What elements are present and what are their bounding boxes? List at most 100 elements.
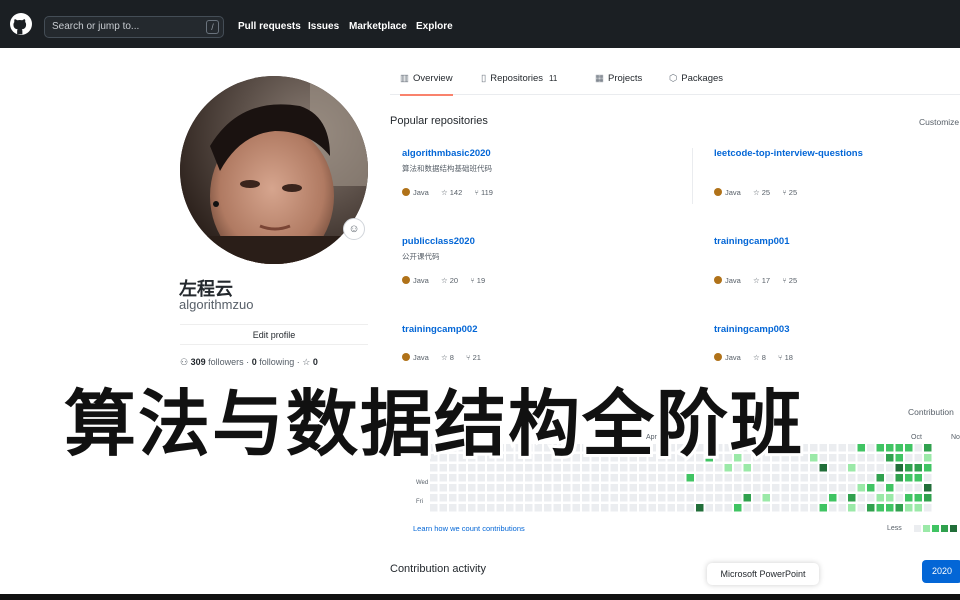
contribution-cell[interactable] — [743, 484, 752, 492]
contribution-cell[interactable] — [620, 484, 628, 492]
contribution-cell[interactable] — [905, 464, 913, 472]
contribution-cell[interactable] — [914, 484, 923, 492]
contribution-cell[interactable] — [468, 494, 476, 502]
contribution-cell[interactable] — [705, 474, 714, 482]
contribution-cell[interactable] — [753, 494, 761, 502]
contribution-cell[interactable] — [895, 464, 904, 472]
contribution-cell[interactable] — [677, 504, 685, 512]
contribution-cell[interactable] — [477, 504, 486, 512]
contribution-cell[interactable] — [487, 494, 495, 502]
contribution-cell[interactable] — [781, 494, 790, 502]
repo-forks[interactable]: 19 — [477, 276, 485, 285]
contribution-cell[interactable] — [563, 474, 571, 482]
contribution-cell[interactable] — [772, 504, 780, 512]
repo-link[interactable]: trainingcamp003 — [714, 324, 790, 335]
contribution-cell[interactable] — [743, 504, 752, 512]
contribution-cell[interactable] — [677, 494, 685, 502]
contribution-cell[interactable] — [696, 474, 704, 482]
repo-forks[interactable]: 21 — [473, 353, 481, 362]
contribution-cell[interactable] — [867, 504, 875, 512]
contribution-cell[interactable] — [515, 494, 524, 502]
contribution-cell[interactable] — [430, 494, 438, 502]
repo-stars[interactable]: 25 — [762, 188, 770, 197]
contribution-cell[interactable] — [534, 504, 543, 512]
contribution-cell[interactable] — [458, 484, 467, 492]
contribution-cell[interactable] — [534, 484, 543, 492]
repo-link[interactable]: trainingcamp001 — [714, 236, 790, 247]
repo-link[interactable]: algorithmbasic2020 — [402, 148, 491, 159]
contribution-cell[interactable] — [496, 504, 505, 512]
contribution-cell[interactable] — [705, 504, 714, 512]
contribution-cell[interactable] — [876, 444, 885, 452]
repo-link[interactable]: trainingcamp002 — [402, 324, 478, 335]
contribution-cell[interactable] — [629, 494, 638, 502]
contribution-cell[interactable] — [819, 494, 828, 502]
contribution-cell[interactable] — [686, 494, 695, 502]
contribution-cell[interactable] — [838, 454, 847, 462]
nav-explore[interactable]: Explore — [416, 21, 453, 32]
contribution-cell[interactable] — [743, 474, 752, 482]
contribution-cell[interactable] — [715, 474, 723, 482]
contribution-cell[interactable] — [886, 494, 894, 502]
contribution-cell[interactable] — [696, 484, 704, 492]
contribution-cell[interactable] — [487, 484, 495, 492]
following-label[interactable]: following — [259, 357, 294, 367]
following-count[interactable]: 0 — [252, 357, 257, 367]
contribution-cell[interactable] — [449, 504, 457, 512]
contribution-cell[interactable] — [876, 504, 885, 512]
contribution-cell[interactable] — [905, 494, 913, 502]
contribution-cell[interactable] — [525, 474, 533, 482]
contribution-cell[interactable] — [430, 474, 438, 482]
contribution-cell[interactable] — [734, 474, 742, 482]
contribution-cell[interactable] — [848, 444, 856, 452]
contribution-cell[interactable] — [582, 504, 590, 512]
contribution-cell[interactable] — [857, 454, 866, 462]
contribution-cell[interactable] — [838, 504, 847, 512]
repo-forks[interactable]: 25 — [789, 276, 797, 285]
contribution-cell[interactable] — [515, 484, 524, 492]
contribution-cell[interactable] — [477, 474, 486, 482]
contribution-cell[interactable] — [724, 504, 733, 512]
contribution-cell[interactable] — [867, 454, 875, 462]
contribution-cell[interactable] — [781, 484, 790, 492]
contribution-cell[interactable] — [895, 454, 904, 462]
contribution-cell[interactable] — [800, 474, 809, 482]
contribution-cell[interactable] — [924, 454, 932, 462]
contribution-cell[interactable] — [553, 494, 562, 502]
contribution-cell[interactable] — [591, 494, 600, 502]
contribution-cell[interactable] — [648, 484, 657, 492]
contribution-cell[interactable] — [534, 474, 543, 482]
contribution-cell[interactable] — [791, 494, 799, 502]
repo-stars[interactable]: 8 — [450, 353, 454, 362]
contribution-cell[interactable] — [601, 504, 609, 512]
contribution-cell[interactable] — [734, 494, 742, 502]
contribution-cell[interactable] — [686, 484, 695, 492]
contribution-cell[interactable] — [924, 444, 932, 452]
contribution-cell[interactable] — [905, 444, 913, 452]
contribution-cell[interactable] — [620, 474, 628, 482]
contribution-cell[interactable] — [857, 474, 866, 482]
year-2020-button[interactable]: 2020 — [922, 560, 960, 583]
contribution-cell[interactable] — [924, 504, 932, 512]
contribution-cell[interactable] — [563, 484, 571, 492]
contribution-cell[interactable] — [582, 484, 590, 492]
tab-overview[interactable]: ▥ Overview — [400, 73, 453, 96]
contribution-cell[interactable] — [753, 504, 761, 512]
contribution-cell[interactable] — [800, 494, 809, 502]
contribution-cell[interactable] — [544, 484, 552, 492]
contribution-cell[interactable] — [819, 474, 828, 482]
contribution-cell[interactable] — [553, 484, 562, 492]
contribution-cell[interactable] — [905, 454, 913, 462]
contribution-cell[interactable] — [724, 484, 733, 492]
contribution-cell[interactable] — [515, 504, 524, 512]
contribution-cell[interactable] — [639, 494, 647, 502]
avatar[interactable] — [180, 76, 368, 264]
contribution-cell[interactable] — [895, 474, 904, 482]
contribution-cell[interactable] — [468, 484, 476, 492]
contribution-cell[interactable] — [477, 484, 486, 492]
contribution-cell[interactable] — [610, 504, 619, 512]
contribution-cell[interactable] — [867, 474, 875, 482]
contribution-cell[interactable] — [667, 494, 676, 502]
repo-stars[interactable]: 8 — [762, 353, 766, 362]
repo-link[interactable]: leetcode-top-interview-questions — [714, 148, 863, 159]
